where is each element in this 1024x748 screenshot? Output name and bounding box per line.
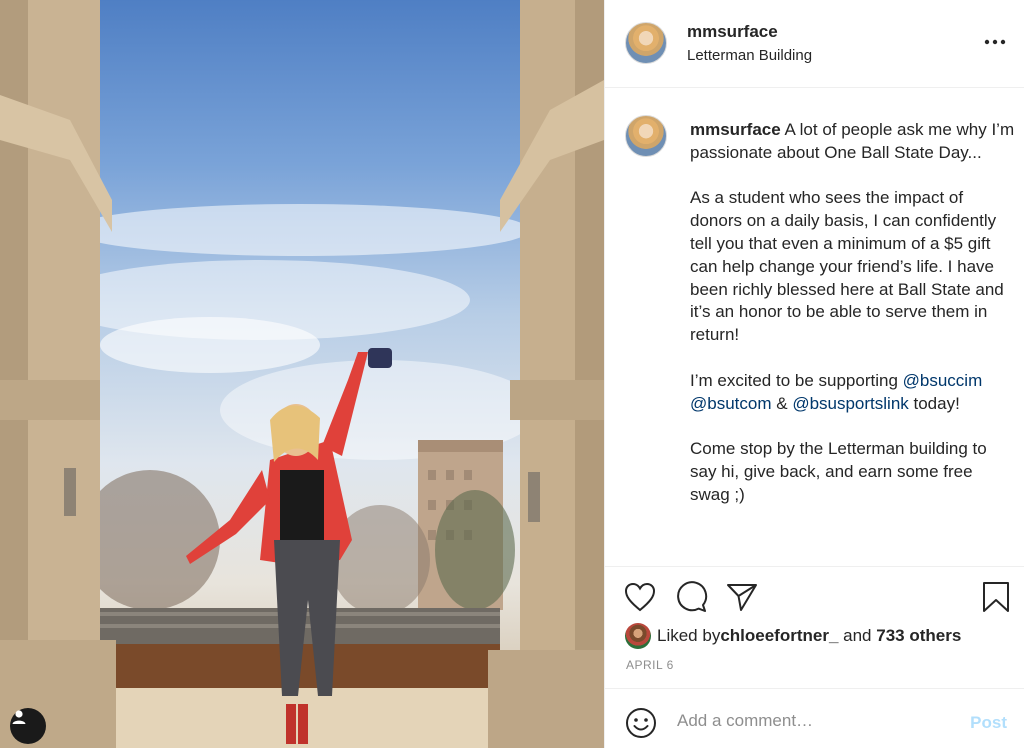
liker-username[interactable]: chloeefortner_ [720,626,838,646]
caption-p3-amp: & [771,393,793,413]
caption-paragraph-2: As a student who sees the impact of dono… [690,188,1004,345]
comment-input[interactable] [677,703,947,739]
likes-prefix: Liked by [657,626,721,645]
more-options-icon[interactable] [983,30,1007,54]
user-tag-icon[interactable] [10,708,46,744]
caption-username[interactable]: mmsurface [690,120,781,139]
location-link[interactable]: Letterman Building [687,47,812,64]
photo-scene [0,0,604,748]
header-username[interactable]: mmsurface [687,22,778,42]
caption-p3-prefix: I’m excited to be supporting [690,370,903,390]
comment-icon[interactable] [675,580,709,614]
liker-avatar[interactable] [625,623,651,649]
likes-summary: Liked by chloeefortner_ and 733 others [625,623,961,649]
bookmark-icon[interactable] [979,580,1013,614]
action-bar [605,580,1024,616]
post-comment-button[interactable]: Post [970,713,1007,733]
likes-count[interactable]: 733 others [876,626,961,646]
avatar[interactable] [625,22,667,64]
mention-link[interactable]: @bsuccim [903,371,983,390]
caption-section: mmsurface A lot of people ask me why I’m… [605,89,1024,567]
caption-avatar[interactable] [625,115,667,157]
heart-icon[interactable] [623,580,657,614]
caption-text: mmsurface A lot of people ask me why I’m… [690,119,1015,529]
likes-middle: and [838,626,877,645]
mention-link[interactable]: @bsutcom [690,394,772,413]
post-side-panel: mmsurface Letterman Building mmsurface A… [604,0,1024,748]
caption-paragraph-4: Come stop by the Letterman building to s… [690,439,987,504]
mention-link[interactable]: @bsusportslink [792,394,908,413]
post-date[interactable]: APRIL 6 [626,658,674,672]
caption-p3-suffix: today! [908,393,960,413]
caption-paragraph-3: I’m excited to be supporting @bsuccim @b… [690,370,1015,416]
comment-bar: Post [605,688,1024,748]
emoji-icon[interactable] [625,707,657,739]
post-header: mmsurface Letterman Building [605,0,1024,88]
post-photo[interactable] [0,0,604,748]
paper-plane-icon[interactable] [725,580,759,614]
